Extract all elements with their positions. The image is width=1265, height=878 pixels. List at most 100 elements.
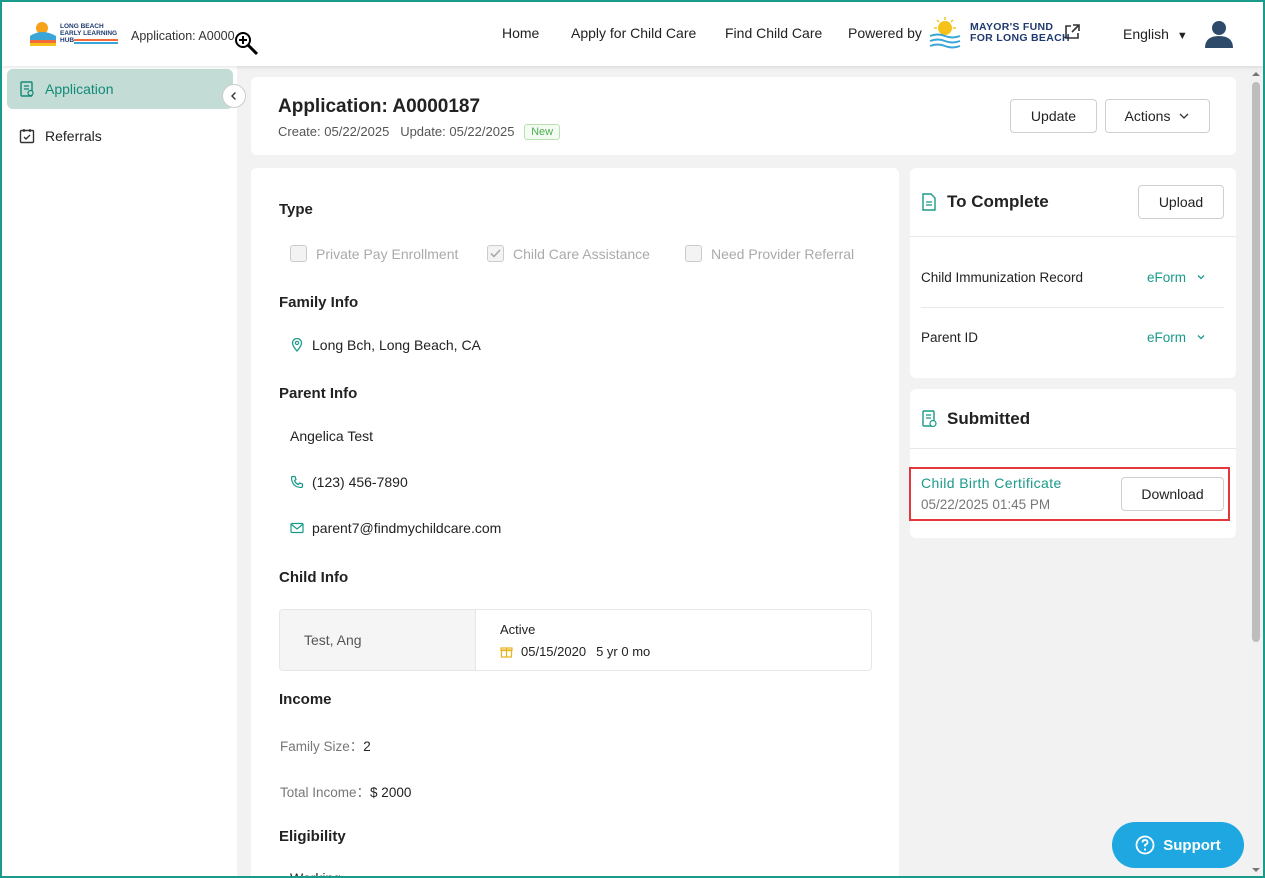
option-label: Child Care Assistance: [513, 245, 650, 262]
submitted-title: Submitted: [921, 409, 1030, 429]
eform-label: eForm: [1147, 270, 1187, 285]
update-date: 05/22/2025: [449, 124, 515, 139]
total-income-label: Total Income：: [280, 785, 371, 800]
checkbox-unchecked[interactable]: [685, 245, 702, 262]
phone-icon: [290, 475, 304, 489]
chevron-down-icon: [1197, 335, 1205, 340]
submitted-doc-link[interactable]: Child Birth Certificate: [921, 475, 1062, 491]
document-icon: [922, 193, 936, 211]
parent-phone: (123) 456-7890: [290, 474, 408, 490]
app-frame: LONG BEACH EARLY LEARNING HUB Applicatio…: [0, 0, 1265, 878]
application-doc-icon: [20, 81, 34, 97]
language-label: English: [1123, 26, 1169, 42]
child-info-title: Child Info: [279, 569, 349, 586]
parent-name: Angelica Test: [290, 428, 374, 444]
eform-dropdown-immunization[interactable]: eForm: [1147, 270, 1206, 285]
family-location-text: Long Bch, Long Beach, CA: [312, 337, 481, 353]
location-pin-icon: [291, 338, 303, 352]
family-location: Long Bch, Long Beach, CA: [290, 337, 481, 353]
long-beach-early-learning-hub-logo[interactable]: LONG BEACH EARLY LEARNING HUB: [30, 18, 118, 48]
chevron-down-icon: [1197, 275, 1205, 280]
sidebar-item-referrals[interactable]: Referrals: [7, 116, 233, 156]
svg-text:HUB: HUB: [60, 37, 74, 44]
top-navigation-bar: LONG BEACH EARLY LEARNING HUB Applicatio…: [2, 2, 1263, 66]
update-button[interactable]: Update: [1010, 99, 1097, 133]
mayors-fund-sun-logo[interactable]: [928, 16, 962, 52]
powered-by-label: Powered by: [848, 25, 922, 41]
doc-parent-id: Parent ID: [921, 330, 979, 345]
update-label: Update:: [400, 124, 446, 139]
help-circle-icon: [1135, 835, 1155, 855]
support-label: Support: [1163, 836, 1221, 854]
zoom-in-cursor-icon: [235, 32, 259, 56]
mayors-fund-line2: FOR LONG BEACH: [970, 32, 1070, 44]
option-label: Private Pay Enrollment: [316, 245, 459, 262]
eligibility-item: Working: [290, 870, 342, 878]
user-avatar-icon[interactable]: [1204, 20, 1234, 48]
chevron-down-icon: [1179, 113, 1189, 119]
sidebar-item-label: Application: [45, 81, 114, 97]
calendar-check-icon: [19, 129, 35, 144]
type-section-title: Type: [279, 201, 313, 218]
scroll-up-arrow-icon[interactable]: [1249, 68, 1263, 80]
chevron-left-icon: [231, 92, 236, 100]
total-income-value: $ 2000: [370, 785, 412, 800]
sidebar-collapse-button[interactable]: [222, 84, 246, 108]
eligibility-title: Eligibility: [279, 828, 346, 845]
actions-label: Actions: [1124, 108, 1171, 124]
type-option-child-care-assistance[interactable]: Child Care Assistance: [487, 245, 650, 262]
page-title: Application: A0000187: [278, 96, 481, 117]
eform-dropdown-parent-id[interactable]: eForm: [1147, 330, 1206, 345]
nav-apply-for-child-care[interactable]: Apply for Child Care: [571, 25, 696, 41]
child-status: Active: [500, 622, 536, 637]
upload-button[interactable]: Upload: [1138, 185, 1224, 219]
sidebar-item-application[interactable]: Application: [7, 69, 233, 109]
scrollbar-thumb[interactable]: [1252, 82, 1260, 642]
download-button[interactable]: Download: [1121, 477, 1224, 511]
option-label: Need Provider Referral: [711, 245, 855, 262]
to-complete-title-text: To Complete: [947, 192, 1049, 211]
nav-find-child-care[interactable]: Find Child Care: [725, 25, 822, 41]
create-label: Create:: [278, 124, 321, 139]
parent-email: parent7@findmychildcare.com: [290, 520, 501, 536]
language-selector[interactable]: English ▼: [1123, 26, 1188, 42]
submitted-doc-icon: [922, 410, 937, 428]
gift-icon: [500, 647, 513, 658]
vertical-scrollbar[interactable]: [1249, 66, 1263, 876]
checkbox-checked[interactable]: [487, 245, 504, 262]
child-birthdate: 05/15/2020 5 yr 0 mo: [500, 644, 650, 659]
child-age-text: 5 yr 0 mo: [596, 644, 651, 659]
submitted-doc-datetime: 05/22/2025 01:45 PM: [921, 497, 1051, 512]
divider: [921, 307, 1224, 308]
type-option-need-provider-referral[interactable]: Need Provider Referral: [685, 245, 854, 262]
family-size-label: Family Size：: [280, 739, 364, 754]
child-info-row[interactable]: Test, Ang Active 05/15/2020 5 yr 0 mo: [279, 609, 872, 671]
mail-icon: [290, 522, 304, 534]
svg-text:LONG BEACH: LONG BEACH: [60, 23, 104, 30]
family-size: Family Size：2: [280, 735, 371, 755]
create-date: 05/22/2025: [324, 124, 390, 139]
support-button[interactable]: Support: [1112, 822, 1244, 868]
parent-phone-text: (123) 456-7890: [312, 474, 408, 490]
svg-text:EARLY LEARNING: EARLY LEARNING: [60, 30, 117, 37]
parent-info-title: Parent Info: [279, 385, 358, 402]
divider: [910, 448, 1236, 449]
family-size-value: 2: [363, 739, 371, 754]
child-dob-text: 05/15/2020: [521, 644, 587, 659]
income-title: Income: [279, 691, 332, 708]
mayors-fund-text[interactable]: MAYOR'S FUND FOR LONG BEACH: [970, 22, 1070, 44]
actions-dropdown-button[interactable]: Actions: [1105, 99, 1210, 133]
type-option-private-pay[interactable]: Private Pay Enrollment: [290, 245, 458, 262]
status-badge: New: [524, 124, 561, 140]
caret-down-icon: ▼: [1176, 30, 1188, 42]
parent-email-text: parent7@findmychildcare.com: [312, 520, 502, 536]
child-name: Test, Ang: [280, 610, 476, 670]
scroll-down-arrow-icon[interactable]: [1249, 864, 1263, 876]
application-dates: Create: 05/22/2025 Update: 05/22/2025 Ne…: [278, 124, 561, 140]
divider: [910, 236, 1236, 237]
checkbox-unchecked[interactable]: [290, 245, 307, 262]
doc-child-immunization-record: Child Immunization Record: [921, 270, 1084, 285]
external-link-icon[interactable]: [1063, 23, 1081, 41]
top-application-id: Application: A0000187: [131, 29, 235, 43]
nav-home[interactable]: Home: [502, 25, 539, 41]
